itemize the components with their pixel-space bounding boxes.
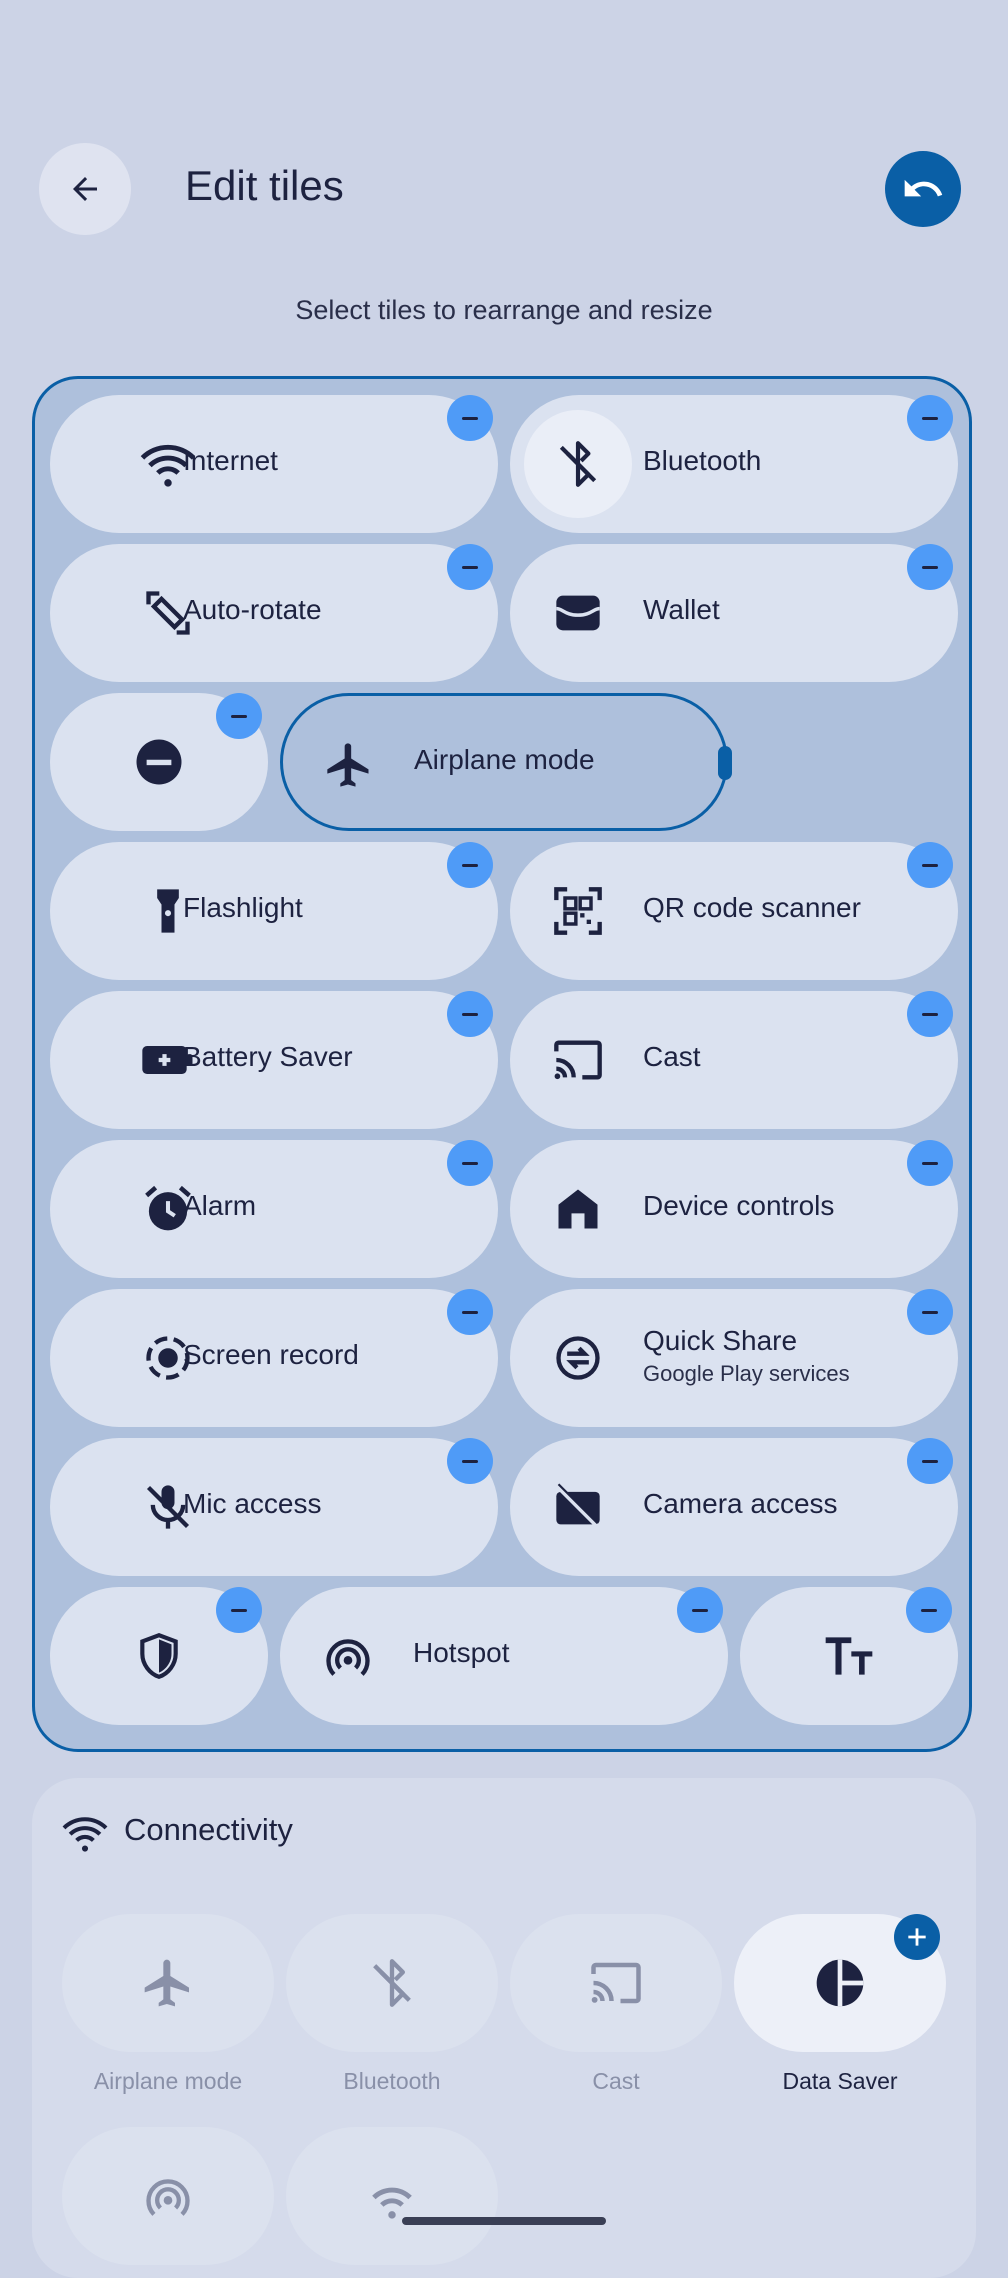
available-bluetooth[interactable] <box>286 1914 498 2052</box>
tile-camera-label: Camera access <box>643 1488 838 1519</box>
text-size-icon <box>819 1626 879 1686</box>
remove-font-size-button[interactable] <box>906 1587 952 1633</box>
tile-auto-rotate-label: Auto-rotate <box>183 594 322 625</box>
tile-qr-label: QR code scanner <box>643 892 861 923</box>
remove-alarm-button[interactable] <box>447 1140 493 1186</box>
wifi-icon <box>62 1810 108 1861</box>
tile-quick-share-label: Quick Share Google Play services <box>643 1325 850 1387</box>
arrow-left-icon <box>73 177 97 201</box>
home-indicator[interactable] <box>402 2217 606 2225</box>
remove-screen-record-button[interactable] <box>447 1289 493 1335</box>
tile-bluetooth[interactable]: Bluetooth <box>510 395 958 533</box>
remove-cast-button[interactable] <box>907 991 953 1037</box>
data-saver-icon <box>816 1959 864 2007</box>
tile-hotspot-label: Hotspot <box>413 1637 510 1668</box>
remove-quick-share-button[interactable] <box>907 1289 953 1335</box>
tile-cast[interactable]: Cast <box>510 991 958 1129</box>
remove-bluetooth-button[interactable] <box>907 395 953 441</box>
tile-cast-label: Cast <box>643 1041 701 1072</box>
tile-quick-share[interactable]: Quick Share Google Play services <box>510 1289 958 1427</box>
tile-bluetooth-label: Bluetooth <box>643 445 762 476</box>
remove-mic-access-button[interactable] <box>447 1438 493 1484</box>
airplane-icon <box>319 735 379 795</box>
tile-mic-access[interactable]: Mic access <box>50 1438 498 1576</box>
remove-device-controls-button[interactable] <box>907 1140 953 1186</box>
tile-do-not-disturb[interactable] <box>50 693 268 831</box>
plus-icon <box>908 1928 926 1946</box>
qr-code-icon <box>548 881 608 941</box>
remove-security-button[interactable] <box>216 1587 262 1633</box>
remove-do-not-disturb-button[interactable] <box>216 693 262 739</box>
home-icon <box>548 1179 608 1239</box>
tile-battery-label: Battery Saver <box>183 1041 353 1072</box>
quick-share-subtitle: Google Play services <box>643 1361 850 1386</box>
tile-internet[interactable]: Internet <box>50 395 498 533</box>
available-internet[interactable] <box>286 2127 498 2265</box>
tile-flashlight-label: Flashlight <box>183 892 303 923</box>
tile-security[interactable] <box>50 1587 268 1725</box>
remove-internet-button[interactable] <box>447 395 493 441</box>
tile-hotspot[interactable]: Hotspot <box>280 1587 728 1725</box>
tile-screen-record[interactable]: Screen record <box>50 1289 498 1427</box>
section-title: Connectivity <box>124 1812 293 1847</box>
tile-device-controls[interactable]: Device controls <box>510 1140 958 1278</box>
hotspot-icon <box>318 1626 378 1686</box>
quick-share-icon <box>548 1328 608 1388</box>
tile-internet-label: Internet <box>183 445 278 476</box>
undo-button[interactable] <box>885 151 961 227</box>
quick-share-title: Quick Share <box>643 1325 798 1356</box>
tile-wallet-label: Wallet <box>643 594 720 625</box>
remove-qr-code-scanner-button[interactable] <box>907 842 953 888</box>
tile-font-size[interactable] <box>740 1587 958 1725</box>
page-title: Edit tiles <box>185 162 344 209</box>
airplane-icon <box>144 1959 189 2007</box>
do-not-disturb-icon <box>129 732 189 792</box>
tile-qr-code-scanner[interactable]: QR code scanner <box>510 842 958 980</box>
tile-alarm-label: Alarm <box>183 1190 257 1221</box>
available-bluetooth-label: Bluetooth <box>343 2068 441 2094</box>
available-data-saver[interactable] <box>734 1914 946 2052</box>
remove-flashlight-button[interactable] <box>447 842 493 888</box>
tile-airplane-mode-selected[interactable]: Airplane mode <box>280 693 732 831</box>
tile-airplane-label: Airplane mode <box>414 744 595 775</box>
camera-off-icon <box>548 1477 608 1537</box>
available-hotspot[interactable] <box>62 2127 274 2265</box>
tile-screen-record-label: Screen record <box>183 1339 359 1370</box>
available-data-saver-label: Data Saver <box>782 2068 898 2094</box>
add-data-saver-button[interactable] <box>894 1914 940 1960</box>
tile-wallet[interactable]: Wallet <box>510 544 958 682</box>
undo-icon <box>904 179 943 197</box>
back-button[interactable] <box>39 143 131 235</box>
tile-mic-label: Mic access <box>183 1488 322 1519</box>
resize-handle[interactable] <box>718 746 732 780</box>
cast-icon <box>591 1962 641 2004</box>
tile-camera-access[interactable]: Camera access <box>510 1438 958 1576</box>
bluetooth-off-icon <box>548 434 608 494</box>
wifi-icon <box>372 2187 412 2219</box>
available-airplane-mode[interactable] <box>62 1914 274 2052</box>
available-cast[interactable] <box>510 1914 722 2052</box>
wallet-icon <box>548 583 608 643</box>
subtitle: Select tiles to rearrange and resize <box>295 295 713 325</box>
remove-wallet-button[interactable] <box>907 544 953 590</box>
tile-battery-saver[interactable]: Battery Saver <box>50 991 498 1129</box>
tile-auto-rotate[interactable]: Auto-rotate <box>50 544 498 682</box>
remove-auto-rotate-button[interactable] <box>447 544 493 590</box>
remove-battery-saver-button[interactable] <box>447 991 493 1037</box>
shield-icon <box>129 1626 189 1686</box>
available-cast-label: Cast <box>592 2068 640 2094</box>
tile-flashlight[interactable]: Flashlight <box>50 842 498 980</box>
cast-icon <box>548 1030 608 1090</box>
bluetooth-off-icon <box>373 1959 411 2007</box>
remove-camera-access-button[interactable] <box>907 1438 953 1484</box>
available-airplane-label: Airplane mode <box>93 2068 243 2094</box>
tile-device-controls-label: Device controls <box>643 1190 835 1221</box>
tile-alarm[interactable]: Alarm <box>50 1140 498 1278</box>
hotspot-icon <box>146 2179 190 2216</box>
remove-hotspot-button[interactable] <box>677 1587 723 1633</box>
